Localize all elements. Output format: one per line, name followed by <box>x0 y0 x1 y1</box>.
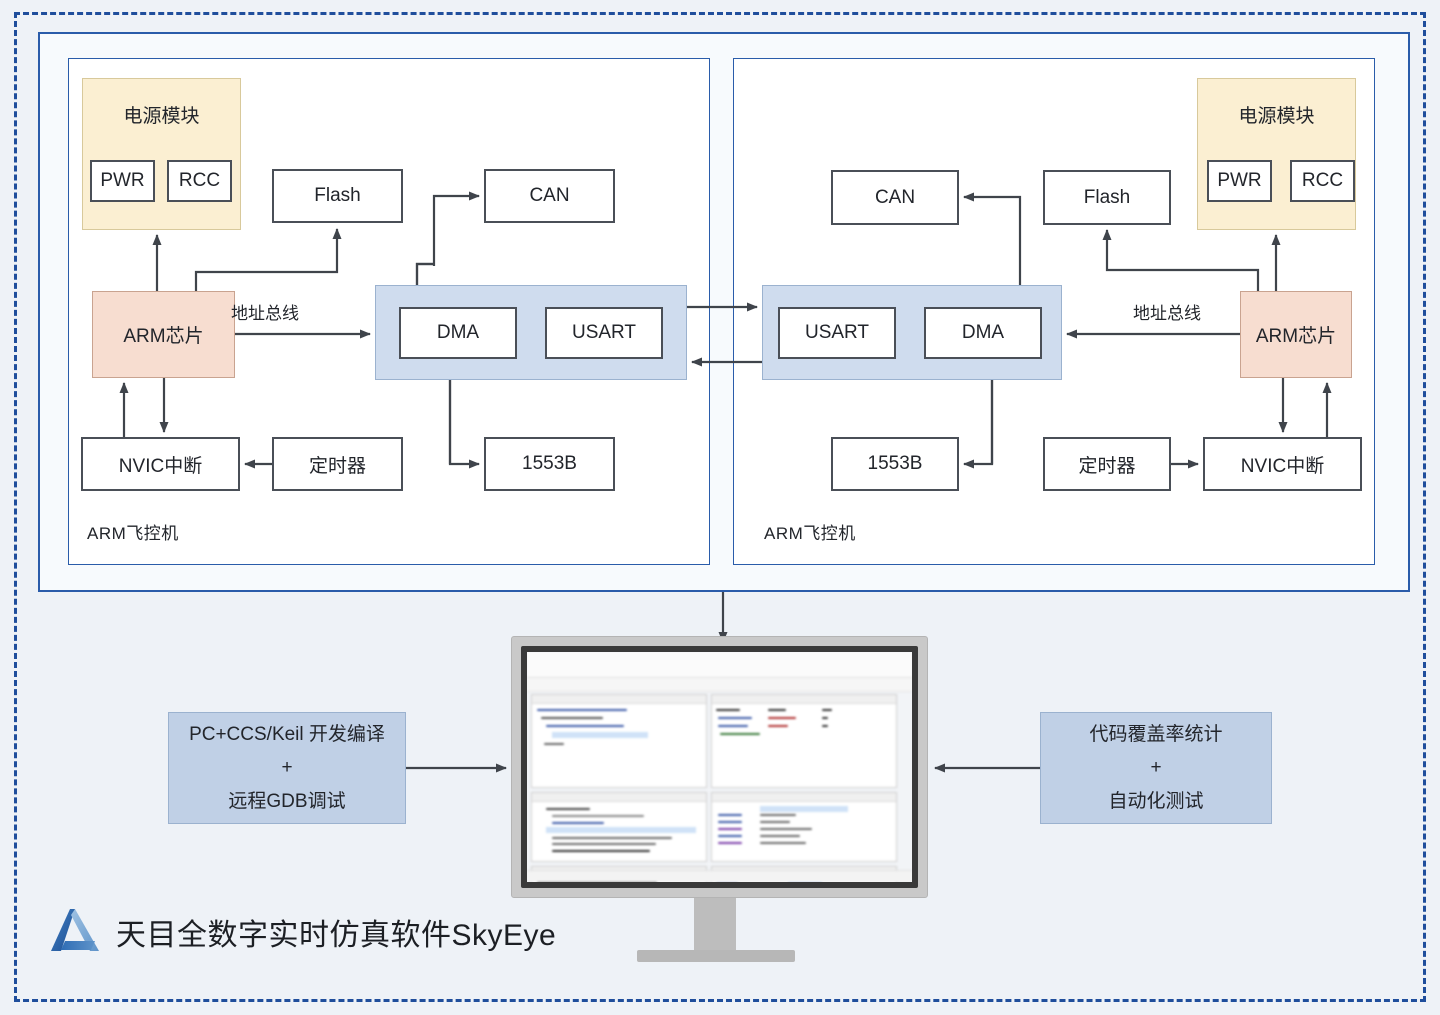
simulation-monitor[interactable] <box>511 636 928 898</box>
rcc-box-right[interactable]: RCC <box>1290 160 1355 202</box>
mil1553b-box-right[interactable]: 1553B <box>831 437 959 491</box>
ide-screenshot-mock <box>527 652 912 882</box>
dev-compile-line1: PC+CCS/Keil 开发编译 <box>189 724 385 746</box>
monitor-screen <box>527 652 912 882</box>
power-module-right[interactable]: 电源模块 <box>1197 78 1356 230</box>
power-module-title-right: 电源模块 <box>1238 106 1315 127</box>
timer-box-right[interactable]: 定时器 <box>1043 437 1171 491</box>
power-module-left[interactable]: 电源模块 <box>82 78 241 230</box>
address-bus-label-right: 地址总线 <box>1133 304 1201 323</box>
dev-compile-line3: 远程GDB调试 <box>228 790 346 812</box>
dev-compile-debug-box[interactable]: PC+CCS/Keil 开发编译 + 远程GDB调试 <box>168 712 406 824</box>
nvic-box-right[interactable]: NVIC中断 <box>1203 437 1362 491</box>
skyeye-triangle-logo-icon <box>51 909 99 951</box>
pwr-box-left[interactable]: PWR <box>90 160 155 202</box>
flash-box-right[interactable]: Flash <box>1043 170 1171 225</box>
panel-caption-left: ARM飞控机 <box>87 524 179 543</box>
power-module-title-left: 电源模块 <box>123 106 200 127</box>
arm-chip-right[interactable]: ARM芯片 <box>1240 291 1352 378</box>
mil1553b-box-left[interactable]: 1553B <box>484 437 615 491</box>
monitor-bezel <box>521 646 918 888</box>
coverage-line2: + <box>1150 757 1162 779</box>
dma-box-left[interactable]: DMA <box>399 307 517 359</box>
dev-compile-line2: + <box>281 757 293 779</box>
usart-box-right[interactable]: USART <box>778 307 896 359</box>
nvic-box-left[interactable]: NVIC中断 <box>81 437 240 491</box>
arm-chip-left[interactable]: ARM芯片 <box>92 291 235 378</box>
address-bus-label-left: 地址总线 <box>231 304 299 323</box>
coverage-line1: 代码覆盖率统计 <box>1089 724 1223 746</box>
coverage-line3: 自动化测试 <box>1108 790 1204 812</box>
usart-box-left[interactable]: USART <box>545 307 663 359</box>
panel-caption-right: ARM飞控机 <box>764 524 856 543</box>
monitor-stand-neck <box>694 898 736 950</box>
pwr-box-right[interactable]: PWR <box>1207 160 1272 202</box>
diagram-canvas: ARM飞控机 电源模块 PWR RCC Flash CAN ARM芯片 地址总线… <box>0 0 1440 1015</box>
brand: 天目全数字实时仿真软件SkyEye <box>48 905 556 959</box>
can-box-left[interactable]: CAN <box>484 169 615 223</box>
timer-box-left[interactable]: 定时器 <box>272 437 403 491</box>
coverage-autotest-box[interactable]: 代码覆盖率统计 + 自动化测试 <box>1040 712 1272 824</box>
monitor-stand-base <box>637 950 795 962</box>
flash-box-left[interactable]: Flash <box>272 169 403 223</box>
can-box-right[interactable]: CAN <box>831 170 959 225</box>
brand-title: 天目全数字实时仿真软件SkyEye <box>116 919 557 952</box>
rcc-box-left[interactable]: RCC <box>167 160 232 202</box>
dma-box-right[interactable]: DMA <box>924 307 1042 359</box>
